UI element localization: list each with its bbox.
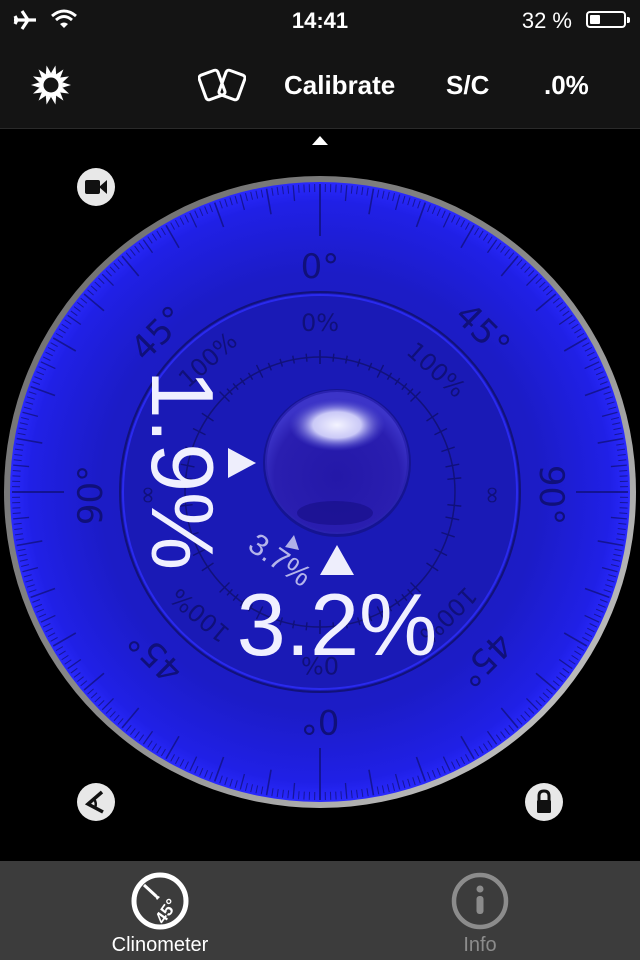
outer-label-bottom: 0° [301,701,340,741]
outer-tick [619,470,628,472]
angle-icon [84,790,104,814]
battery-nub [627,17,630,23]
outer-tick [340,791,342,800]
angle-button[interactable] [77,783,115,821]
inner-tick [305,353,308,362]
lock-button[interactable] [525,783,563,821]
sun-ray [45,65,51,75]
tab-info[interactable]: Info [320,861,640,960]
calibrate-button[interactable]: Calibrate [284,70,395,101]
outer-tick [12,470,21,472]
info-icon [451,872,509,930]
cards-icon[interactable] [198,66,246,102]
sc-button[interactable]: S/C [446,70,489,101]
tab-clinometer-label: Clinometer [111,934,209,956]
level-bubble [263,389,411,537]
clinometer-45-icon: 45° [131,872,189,930]
battery-percent: 32 % [521,8,572,33]
outer-tick [298,791,300,800]
tab-clinometer[interactable]: 45° Clinometer [0,861,320,960]
outer-label-left: 90° [71,465,111,525]
sun-ray [62,82,71,88]
camera-button[interactable] [77,168,115,206]
outer-tick [340,184,342,193]
main-reading: 3.2% [237,575,438,674]
sun-ray [31,82,40,88]
status-bar: 14:41 32 % [0,0,640,40]
sun-icon[interactable] [30,64,72,106]
sun-ray [51,65,57,75]
lock-icon [537,789,551,813]
precision-button[interactable]: .0% [544,70,589,101]
video-camera-icon [85,180,107,194]
side-reading: 1.9% [133,370,232,571]
toolbar: Calibrate S/C .0% [0,40,640,129]
tab-info-label: Info [463,934,497,956]
outer-label-top: 0° [301,247,340,287]
toolbar-caret-icon[interactable] [312,136,328,145]
clinometer-dial: 0° 0° 90° 90° 45° 45° 45° 45° 0% 0% 100%… [4,176,636,808]
outer-tick [12,512,21,514]
sun-ray [45,95,51,105]
outer-tick [619,512,628,514]
tab-bar: 45° Clinometer Info [0,861,640,960]
battery-icon [586,11,630,28]
outer-tick [298,184,300,193]
inner-tick [332,353,335,362]
sun-ray [51,95,57,105]
inner-label-top: 0% [301,309,339,337]
outer-label-right: 90° [531,465,571,525]
battery-fill [590,15,601,24]
inner-label-right: ∞ [479,485,507,505]
